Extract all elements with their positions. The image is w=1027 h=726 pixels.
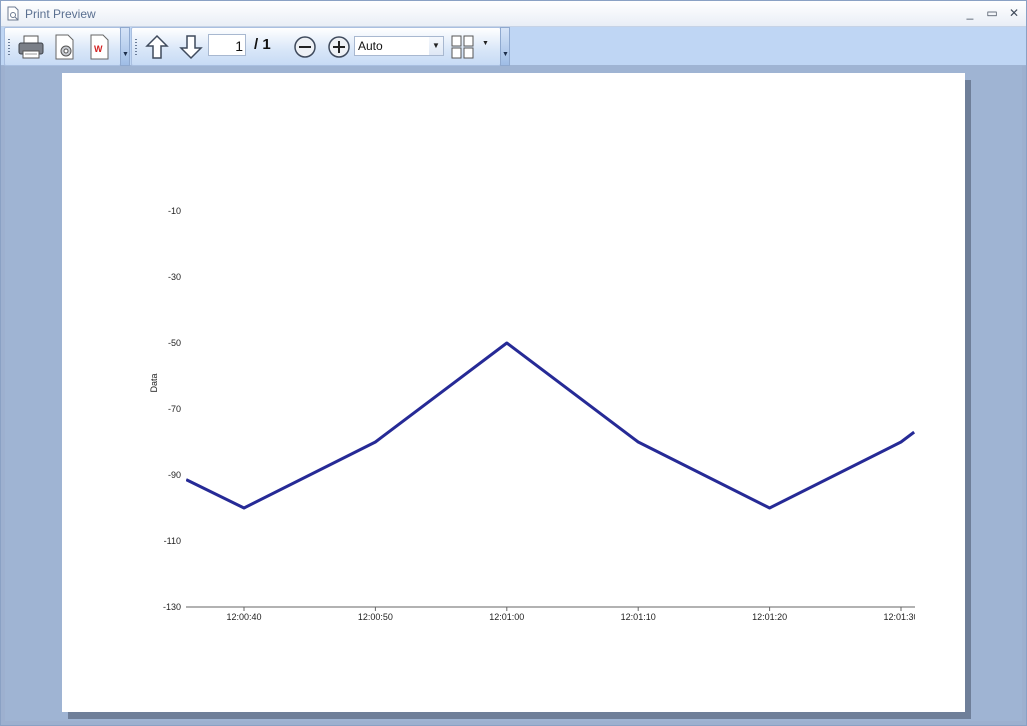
toolbar-grip[interactable] <box>8 39 10 55</box>
y-tick-label: -110 <box>164 536 181 546</box>
total-pages-label: / 1 <box>254 36 271 53</box>
y-tick-label: -130 <box>163 602 181 612</box>
page-up-icon[interactable] <box>143 33 171 61</box>
x-tick-label: 12:01:20 <box>752 612 787 622</box>
zoom-in-icon[interactable] <box>325 33 353 61</box>
x-tick-label: 12:01:00 <box>489 612 524 622</box>
series-line <box>186 341 915 510</box>
y-tick-label: -10 <box>168 206 181 216</box>
y-tick-label: -90 <box>168 470 181 480</box>
x-tick-label: 12:00:50 <box>358 612 393 622</box>
zoom-out-icon[interactable] <box>291 33 319 61</box>
page-setup-icon[interactable] <box>51 33 79 61</box>
multiple-pages-dropdown-icon[interactable]: ▼ <box>482 40 489 47</box>
svg-text:W: W <box>94 44 103 54</box>
export-word-icon[interactable]: W <box>85 33 113 61</box>
window-title: Print Preview <box>25 7 96 21</box>
y-axis-label: Data <box>149 373 159 392</box>
y-tick-label: -30 <box>168 272 181 282</box>
title-bar: Print Preview _ ▭ ✕ <box>1 1 1026 27</box>
x-tick-label: 12:01:10 <box>621 612 656 622</box>
toolbar-group-navigation: 1 / 1 Auto ▼ ▼ <box>131 27 501 66</box>
minimize-button[interactable]: _ <box>961 5 979 21</box>
preview-page: -10 -30 -50 -70 -90 -110 -130 12:00:40 12:00:50… <box>62 73 965 712</box>
x-tick-label: 12:01:30 <box>883 612 918 622</box>
print-preview-icon <box>7 6 19 21</box>
toolbar-grip[interactable] <box>135 39 137 55</box>
y-tick-label: -50 <box>168 338 181 348</box>
x-axis-ticks: 12:00:40 12:00:50 12:01:00 12:01:10 12:01:20… <box>226 607 918 622</box>
page-down-icon[interactable] <box>177 33 205 61</box>
toolbar-overflow-button[interactable]: ▼ <box>120 27 130 66</box>
maximize-button[interactable]: ▭ <box>983 5 1001 21</box>
zoom-select[interactable]: Auto ▼ <box>354 36 444 56</box>
current-page-input[interactable]: 1 <box>208 34 246 56</box>
y-axis-ticks: -10 -30 -50 -70 -90 -110 -130 <box>163 206 181 612</box>
x-tick-label: 12:00:40 <box>226 612 261 622</box>
series-group <box>186 341 915 510</box>
multiple-pages-icon[interactable] <box>449 33 477 61</box>
y-tick-label: -70 <box>168 404 181 414</box>
chevron-down-icon[interactable]: ▼ <box>429 37 443 55</box>
zoom-value: Auto <box>358 39 383 53</box>
line-chart: -10 -30 -50 -70 -90 -110 -130 12:00:40 12:00:50… <box>149 206 918 622</box>
toolbar: W ▼ 1 / 1 Auto ▼ ▼ ▼ <box>1 27 1026 66</box>
toolbar-overflow-button[interactable]: ▼ <box>500 27 510 66</box>
close-button[interactable]: ✕ <box>1005 5 1023 21</box>
printer-icon[interactable] <box>17 33 45 61</box>
toolbar-group-print: W <box>4 27 121 66</box>
